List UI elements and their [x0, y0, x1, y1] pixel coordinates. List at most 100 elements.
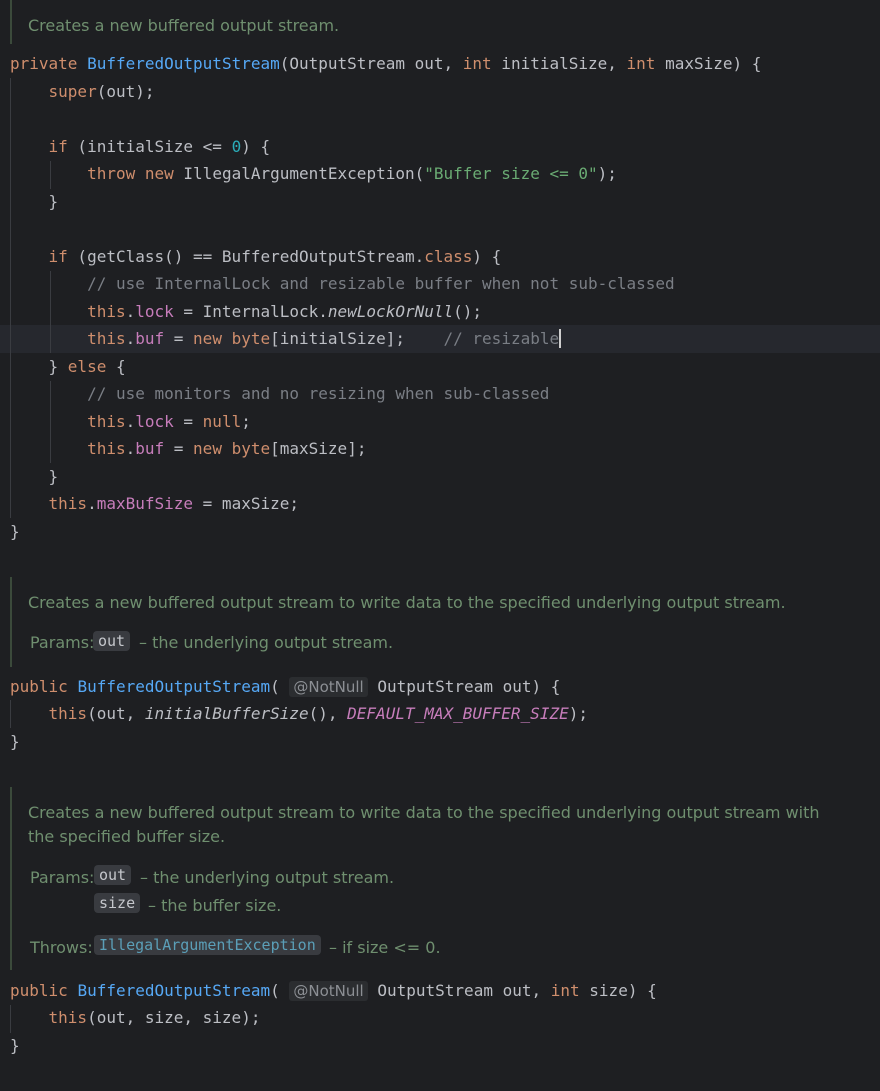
keyword: class	[424, 247, 473, 266]
static-constant: DEFAULT_MAX_BUFFER_SIZE	[347, 704, 569, 723]
param-description: – the underlying output stream.	[139, 633, 394, 652]
javadoc-summary: Creates a new buffered output stream.	[28, 16, 340, 35]
code-text: {	[106, 357, 126, 376]
keyword: if	[48, 247, 68, 266]
code-text: OutputStream out) {	[377, 677, 561, 696]
code-text: size) {	[579, 981, 657, 1000]
field-name: buf	[135, 439, 165, 458]
code-text: =	[173, 412, 203, 431]
code-text: (out);	[96, 82, 155, 101]
keyword: new	[193, 439, 222, 458]
string-literal: "Buffer size <= 0"	[424, 164, 598, 183]
param-name-size: size	[94, 893, 141, 913]
code-text: ;	[241, 412, 251, 431]
code-line[interactable]: throw new IllegalArgumentException("Buff…	[10, 160, 617, 187]
code-line[interactable]: if (getClass() == BufferedOutputStream.c…	[10, 243, 502, 270]
code-text: maxSize) {	[655, 54, 762, 73]
constructor-name: BufferedOutputStream	[87, 54, 280, 73]
params-label: Params:	[30, 633, 95, 652]
field-name: lock	[135, 302, 174, 321]
code-line[interactable]: this(out, size, size);	[10, 1004, 261, 1031]
static-method-call: initialBufferSize	[144, 704, 309, 723]
code-text: ) {	[241, 137, 271, 156]
code-line-current[interactable]: this.buf = new byte[initialSize]; // res…	[10, 325, 562, 352]
keyword: this	[87, 329, 126, 348]
keyword: this	[87, 439, 126, 458]
code-line[interactable]: }	[10, 728, 20, 755]
keyword: private	[10, 54, 78, 73]
code-line[interactable]: this.lock = null;	[10, 408, 251, 435]
code-text: =	[164, 439, 194, 458]
code-text: }	[10, 1036, 20, 1055]
code-text: }	[48, 467, 59, 486]
code-text: }	[10, 732, 20, 751]
javadoc-summary: the specified buffer size.	[28, 827, 226, 846]
code-text: ) {	[472, 247, 502, 266]
code-text: );	[568, 704, 588, 723]
code-line[interactable]: this.lock = InternalLock.newLockOrNull()…	[10, 298, 482, 325]
keyword: this	[48, 704, 88, 723]
code-line[interactable]: super(out);	[10, 78, 155, 105]
code-text: [maxSize];	[270, 439, 367, 458]
text-caret	[559, 329, 562, 348]
keyword: if	[48, 137, 68, 156]
annotation-hint: @NotNull	[289, 981, 368, 1001]
code-text: (getClass() == BufferedOutputStream.	[67, 247, 425, 266]
keyword: new	[193, 329, 222, 348]
code-line[interactable]: // use InternalLock and resizable buffer…	[10, 270, 675, 297]
constructor-name: BufferedOutputStream	[77, 981, 271, 1000]
keyword: new	[144, 164, 174, 183]
param-description: – the buffer size.	[148, 896, 282, 915]
javadoc-summary: Creates a new buffered output stream to …	[28, 593, 786, 612]
throws-description: – if size <= 0.	[329, 938, 441, 957]
code-line[interactable]: this(out, initialBufferSize(), DEFAULT_M…	[10, 700, 588, 727]
code-line[interactable]: } else {	[10, 353, 126, 380]
keyword: this	[48, 494, 88, 513]
constructor-name: BufferedOutputStream	[77, 677, 271, 696]
code-text: IllegalArgumentException(	[173, 164, 425, 183]
keyword: null	[202, 412, 242, 431]
code-line[interactable]: }	[10, 188, 59, 215]
code-line[interactable]: public BufferedOutputStream( @NotNull Ou…	[10, 977, 657, 1004]
keyword: byte	[231, 439, 271, 458]
code-text: (out,	[87, 704, 145, 723]
code-text: (	[270, 981, 280, 1000]
keyword: throw	[87, 164, 136, 183]
code-text: );	[597, 164, 617, 183]
code-line[interactable]: }	[10, 1032, 20, 1059]
params-label: Params:	[30, 868, 95, 887]
code-text: (OutputStream out,	[279, 54, 463, 73]
code-text: [initialSize];	[270, 329, 405, 348]
code-text: OutputStream out,	[377, 981, 551, 1000]
field-name: buf	[135, 329, 165, 348]
keyword: this	[87, 302, 126, 321]
keyword: int	[462, 54, 492, 73]
code-line[interactable]: if (initialSize <= 0) {	[10, 133, 271, 160]
throws-label: Throws:	[30, 938, 93, 957]
code-line[interactable]: }	[10, 463, 59, 490]
code-line[interactable]: }	[10, 518, 20, 545]
keyword: int	[550, 981, 580, 1000]
code-text: .	[87, 494, 97, 513]
param-name-out: out	[93, 631, 131, 651]
param-name-out: out	[94, 865, 132, 885]
keyword: this	[87, 412, 126, 431]
code-text: = maxSize;	[193, 494, 299, 513]
keyword: public	[10, 981, 68, 1000]
code-text: .	[125, 412, 136, 431]
javadoc-block-3: Creates a new buffered output stream to …	[10, 787, 872, 970]
code-text: .	[125, 329, 136, 348]
code-line[interactable]: public BufferedOutputStream( @NotNull Ou…	[10, 673, 560, 700]
keyword: super	[48, 82, 97, 101]
code-line[interactable]: this.buf = new byte[maxSize];	[10, 435, 366, 462]
code-text: (initialSize <=	[67, 137, 232, 156]
number-literal: 0	[231, 137, 242, 156]
code-line[interactable]: private BufferedOutputStream(OutputStrea…	[10, 50, 761, 77]
code-text: }	[10, 522, 20, 541]
exception-link[interactable]: IllegalArgumentException	[94, 935, 321, 955]
code-text: }	[48, 357, 68, 376]
code-text: }	[48, 192, 59, 211]
field-name: maxBufSize	[96, 494, 194, 513]
code-line[interactable]: // use monitors and no resizing when sub…	[10, 380, 549, 407]
code-line[interactable]: this.maxBufSize = maxSize;	[10, 490, 299, 517]
